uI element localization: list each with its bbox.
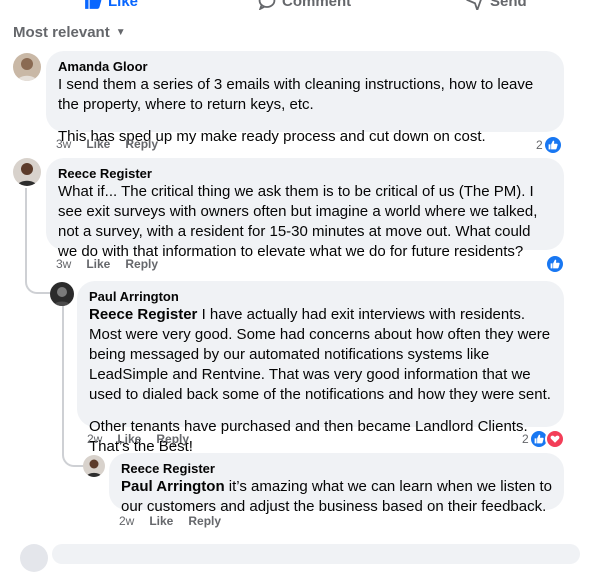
thread-line bbox=[62, 306, 64, 449]
comment-paragraph: Reece Register I have actually had exit … bbox=[89, 305, 552, 405]
profile-photo-icon bbox=[13, 158, 41, 186]
like-button[interactable]: Like bbox=[86, 137, 110, 151]
comment-meta: 3w Like Reply bbox=[56, 137, 158, 151]
comment-timestamp[interactable]: 3w bbox=[56, 137, 71, 151]
love-reaction-icon bbox=[544, 429, 565, 449]
comment-action[interactable]: Comment bbox=[258, 0, 351, 10]
reply-button[interactable]: Reply bbox=[125, 257, 158, 271]
comment-bubble bbox=[52, 544, 580, 564]
avatar[interactable] bbox=[50, 282, 74, 306]
comment-timestamp[interactable]: 3w bbox=[56, 257, 71, 271]
post-action-bar: Like Comment Send bbox=[0, 0, 600, 12]
avatar[interactable] bbox=[13, 53, 41, 81]
comment-author[interactable]: Amanda Gloor bbox=[58, 59, 552, 75]
reaction-summary[interactable] bbox=[545, 254, 565, 274]
comment-bubble: Reece Register What if... The critical t… bbox=[46, 158, 564, 260]
like-action-label: Like bbox=[108, 0, 139, 10]
comment-icon bbox=[258, 0, 276, 10]
comment-author[interactable]: Paul Arrington bbox=[89, 289, 552, 305]
comment-text: What if... The critical thing we ask the… bbox=[58, 182, 552, 262]
reaction-count: 2 bbox=[536, 138, 543, 152]
reaction-count: 2 bbox=[522, 432, 529, 446]
sort-label: Most relevant bbox=[13, 24, 110, 41]
profile-photo-icon bbox=[50, 282, 74, 306]
comment-sort-dropdown[interactable]: Most relevant ▼ bbox=[13, 24, 126, 41]
like-reaction-icon bbox=[545, 254, 565, 274]
comment-paragraph: What if... The critical thing we ask the… bbox=[58, 183, 538, 260]
comment-meta: 3w Like Reply bbox=[56, 257, 158, 271]
reply-button[interactable]: Reply bbox=[188, 514, 221, 528]
send-action-label: Send bbox=[490, 0, 527, 10]
comment-timestamp[interactable]: 2w bbox=[87, 432, 102, 446]
comment-bubble: Amanda Gloor I send them a series of 3 e… bbox=[46, 51, 564, 145]
reply-bubble: Reece Register Paul Arrington it’s amazi… bbox=[109, 453, 564, 515]
comment-meta: 2w Like Reply bbox=[87, 432, 189, 446]
comment-paragraph: I send them a series of 3 emails with cl… bbox=[58, 76, 534, 113]
comment-action-label: Comment bbox=[282, 0, 352, 10]
comment-text: Paul Arrington it’s amazing what we can … bbox=[121, 477, 552, 517]
send-action[interactable]: Send bbox=[466, 0, 527, 10]
avatar[interactable] bbox=[83, 455, 105, 477]
reaction-summary[interactable]: 2 bbox=[536, 135, 563, 155]
like-action[interactable]: Like bbox=[84, 0, 138, 10]
caret-down-icon: ▼ bbox=[115, 27, 126, 38]
like-reaction-icon bbox=[542, 135, 563, 155]
like-button[interactable]: Like bbox=[86, 257, 110, 271]
comment-author[interactable]: Reece Register bbox=[121, 461, 552, 477]
like-button[interactable]: Like bbox=[117, 432, 141, 446]
avatar[interactable] bbox=[13, 158, 41, 186]
like-button[interactable]: Like bbox=[149, 514, 173, 528]
reply-bubble: Paul Arrington Reece Register I have act… bbox=[77, 281, 564, 455]
reply-button[interactable]: Reply bbox=[156, 432, 189, 446]
reply-button[interactable]: Reply bbox=[125, 137, 158, 151]
profile-photo-icon bbox=[13, 53, 41, 81]
reaction-summary[interactable]: 2 bbox=[522, 429, 565, 449]
avatar[interactable] bbox=[20, 544, 48, 572]
comment-paragraph: Paul Arrington it’s amazing what we can … bbox=[121, 477, 552, 517]
comment-timestamp[interactable]: 2w bbox=[119, 514, 134, 528]
comment-meta: 2w Like Reply bbox=[119, 514, 221, 528]
send-icon bbox=[466, 0, 482, 10]
thumbs-up-icon bbox=[85, 0, 102, 9]
mention-link[interactable]: Paul Arrington bbox=[121, 478, 225, 495]
thread-line bbox=[25, 188, 27, 266]
profile-photo-icon bbox=[83, 455, 105, 477]
comment-author[interactable]: Reece Register bbox=[58, 166, 552, 182]
mention-link[interactable]: Reece Register bbox=[89, 306, 197, 323]
